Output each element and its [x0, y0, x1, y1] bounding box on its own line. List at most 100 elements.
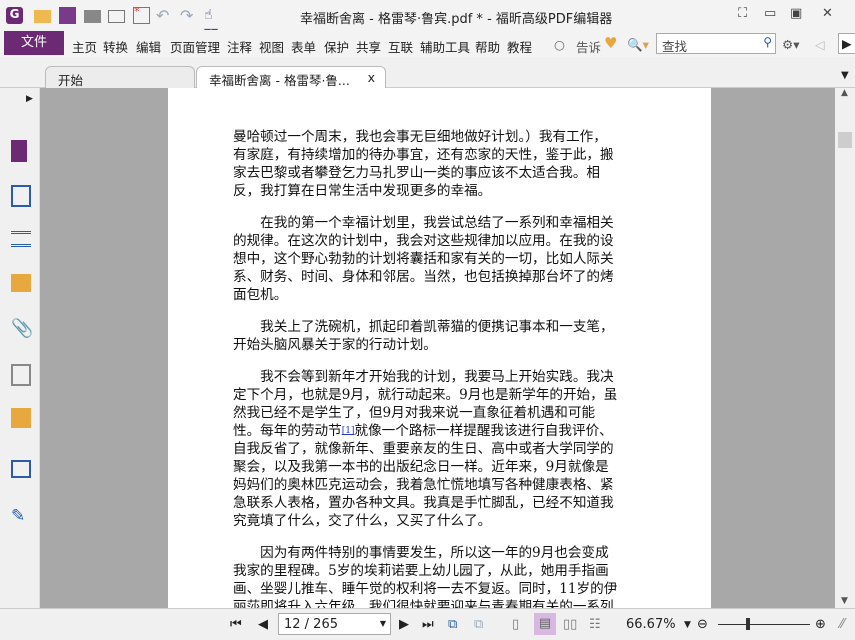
security-lock-icon[interactable] [11, 408, 31, 428]
text-line: 想中，这个野心勃勃的计划将囊括和家有关的一切，比如人际关 [233, 251, 614, 267]
text-line: 究竟填了什么，交了什么，又买了什么了。 [233, 513, 492, 529]
zoom-in-icon[interactable]: ⊕ [815, 617, 826, 632]
search-input[interactable]: 查找 ⚲ [656, 33, 776, 54]
comments-icon[interactable] [11, 274, 31, 292]
tab-start[interactable]: 开始 [45, 66, 195, 88]
text-span: 性。每年的劳动节 [233, 423, 342, 439]
next-view-icon[interactable]: ⧉ [474, 617, 483, 632]
maximize-button[interactable]: ▣ [790, 6, 802, 21]
print-icon[interactable] [84, 10, 101, 23]
undo-icon[interactable]: ↶ [156, 7, 173, 24]
previous-page-icon[interactable]: ◀ [258, 617, 268, 632]
scroll-up-icon[interactable]: ▲ [841, 88, 848, 98]
page-number-input[interactable]: 12 / 265 ▼ [278, 613, 391, 635]
text-line: 画、坐婴儿推车、睡午觉的权利将一去不复返。同时，11岁的伊 [233, 581, 618, 597]
continuous-page-icon[interactable]: ▤ [534, 613, 556, 635]
menu-edit[interactable]: 编辑 [136, 37, 161, 56]
scroll-down-icon[interactable]: ▼ [841, 596, 848, 606]
attachments-icon[interactable]: 📎 [11, 318, 33, 340]
tab-document[interactable]: 幸福断舍离 - 格雷琴·鲁... x [196, 66, 386, 88]
heart-icon[interactable]: ♥ [604, 34, 617, 52]
resize-grip-icon[interactable]: ⁄⁄ [840, 617, 844, 632]
menu-tutorial[interactable]: 教程 [507, 37, 532, 56]
text-line: 反，我打算在日常生活中发现更多的幸福。 [233, 183, 492, 199]
bookmark-icon[interactable] [11, 140, 27, 162]
facing-pages-icon[interactable]: ▯▯ [563, 617, 577, 632]
close-button[interactable]: ✕ [822, 6, 833, 21]
zoom-slider[interactable] [718, 624, 810, 625]
app-logo-icon: G [6, 7, 23, 24]
menu-organize[interactable]: 页面管理 [170, 37, 220, 56]
menu-home[interactable]: 主页 [72, 37, 97, 56]
paragraph: 我不会等到新年才开始我的计划，我要马上开始实践。我决 定下个月，也就是9月，就行… [233, 368, 653, 530]
text-line: 有家庭，有持续增加的待办事宜，还有恋家的天性，鉴于此，搬 [233, 147, 614, 163]
new-icon[interactable]: * [133, 6, 150, 24]
text-line: 我家的里程碑。5岁的埃莉诺要上幼儿园了，从此，她用手指画 [233, 563, 609, 579]
zoom-level[interactable]: 66.67% [626, 617, 676, 632]
menu-connect[interactable]: 互联 [388, 37, 413, 56]
text-line: 曼哈顿过一个周末，我也会事无巨细地做好计划。）我有工作， [233, 129, 607, 145]
menu-view[interactable]: 视图 [259, 37, 284, 56]
scan-icon[interactable] [108, 10, 125, 23]
paragraph: 曼哈顿过一个周末，我也会事无巨细地做好计划。）我有工作， 有家庭，有持续增加的待办… [233, 128, 653, 200]
file-menu-button[interactable]: 文件 [4, 31, 64, 55]
text-line: 因为有两件特别的事情要发生，所以这一年的9月也会变成 [233, 545, 609, 561]
text-line: 在我的第一个幸福计划里，我尝试总结了一系列和幸福相关 [233, 215, 614, 231]
previous-view-icon[interactable]: ⧉ [448, 617, 457, 632]
minimize-button[interactable]: ▭ [764, 6, 776, 21]
text-line: 开始头脑风暴关于家的行动计划。 [233, 337, 437, 353]
signatures-icon[interactable] [11, 364, 31, 386]
search-icon[interactable]: ⚲ [763, 35, 772, 49]
expand-sidebar-icon[interactable]: ▶ [26, 94, 33, 104]
certificate-icon[interactable]: ✎ [11, 506, 31, 528]
text-line: 的规律。在这次的计划中，我会对这些规律加以应用。在我的设 [233, 233, 614, 249]
menu-share[interactable]: 共享 [356, 37, 381, 56]
form-fields-icon[interactable] [11, 460, 31, 478]
search-folder-icon[interactable]: 🔍▾ [627, 37, 649, 53]
text-line: 我不会等到新年才开始我的计划，我要马上开始实践。我决 [233, 369, 614, 385]
text-line: 面包机。 [233, 287, 288, 303]
ribbon-scroll-right[interactable]: ▶ [838, 33, 855, 54]
paragraph: 在我的第一个幸福计划里，我尝试总结了一系列和幸福相关 的规律。在这次的计划中，我会… [233, 214, 653, 304]
nav-left-icon[interactable]: ◁ [815, 37, 825, 52]
redo-icon[interactable]: ↷ [180, 7, 197, 24]
menu-accessibility[interactable]: 辅助工具 [420, 37, 470, 56]
continuous-facing-icon[interactable]: ☷ [589, 617, 601, 632]
zoom-out-icon[interactable]: ⊖ [697, 617, 708, 632]
open-icon[interactable] [34, 10, 51, 23]
text-line: 自我反省了，就像新年、重要亲友的生日、高中或者大学同学的 [233, 441, 614, 457]
scrollbar-thumb[interactable] [838, 132, 852, 148]
navigation-sidebar: ▶ 📎 ✎ [0, 88, 40, 608]
text-line: 我关上了洗碗机，抓起印着凯蒂猫的便携记事本和一支笔， [233, 319, 614, 335]
menu-help[interactable]: 帮助 [475, 37, 500, 56]
next-page-icon[interactable]: ▶ [399, 617, 409, 632]
tell-me-field[interactable]: 告诉 [576, 37, 601, 56]
hand-tool-icon[interactable]: ☝▾▾ [204, 7, 221, 40]
title-bar: G * ↶ ↷ ☝▾▾ 幸福断舍离 - 格雷琴·鲁宾.pdf * - 福昕高级P… [0, 0, 855, 40]
last-page-icon[interactable]: ⏭ [422, 617, 434, 632]
fullscreen-icon[interactable]: ⛶ [738, 6, 747, 21]
gear-icon[interactable]: ⚙▾ [782, 37, 799, 52]
vertical-scrollbar[interactable]: ▲ ▼ [835, 88, 855, 608]
close-tab-icon[interactable]: x [368, 70, 375, 85]
zoom-slider-thumb[interactable] [746, 618, 751, 630]
menu-comment[interactable]: 注释 [227, 37, 252, 56]
menu-form[interactable]: 表单 [291, 37, 316, 56]
paragraph: 因为有两件特别的事情要发生，所以这一年的9月也会变成 我家的里程碑。5岁的埃莉诺要… [233, 544, 653, 616]
page-number: 12 / 265 [284, 617, 338, 632]
text-line: 家去巴黎或者攀登乞力马扎罗山一类的事应该不太适合我。相 [233, 165, 601, 181]
first-page-icon[interactable]: ⏮ [230, 617, 242, 632]
single-page-icon[interactable]: ▯ [512, 617, 519, 632]
menu-convert[interactable]: 转换 [103, 37, 128, 56]
save-icon[interactable] [59, 7, 76, 24]
zoom-dropdown-icon[interactable]: ▼ [684, 620, 691, 630]
page-thumbnails-icon[interactable] [11, 185, 31, 207]
tab-list-dropdown-icon[interactable]: ▼ [841, 70, 849, 81]
pdf-page[interactable]: 曼哈顿过一个周末，我也会事无巨细地做好计划。）我有工作， 有家庭，有持续增加的待办… [168, 88, 711, 615]
footnote-link[interactable]: [1] [342, 426, 355, 436]
text-line: 聚会，以及我第一本书的出版纪念日一样。近年来，9月就像是 [233, 459, 609, 475]
menu-protect[interactable]: 保护 [324, 37, 349, 56]
layers-icon[interactable] [11, 231, 31, 247]
paragraph: 我关上了洗碗机，抓起印着凯蒂猫的便携记事本和一支笔， 开始头脑风暴关于家的行动计划… [233, 318, 653, 354]
text-line: 系、财务、时间、身体和邻居。当然，也包括换掉那台坏了的烤 [233, 269, 614, 285]
